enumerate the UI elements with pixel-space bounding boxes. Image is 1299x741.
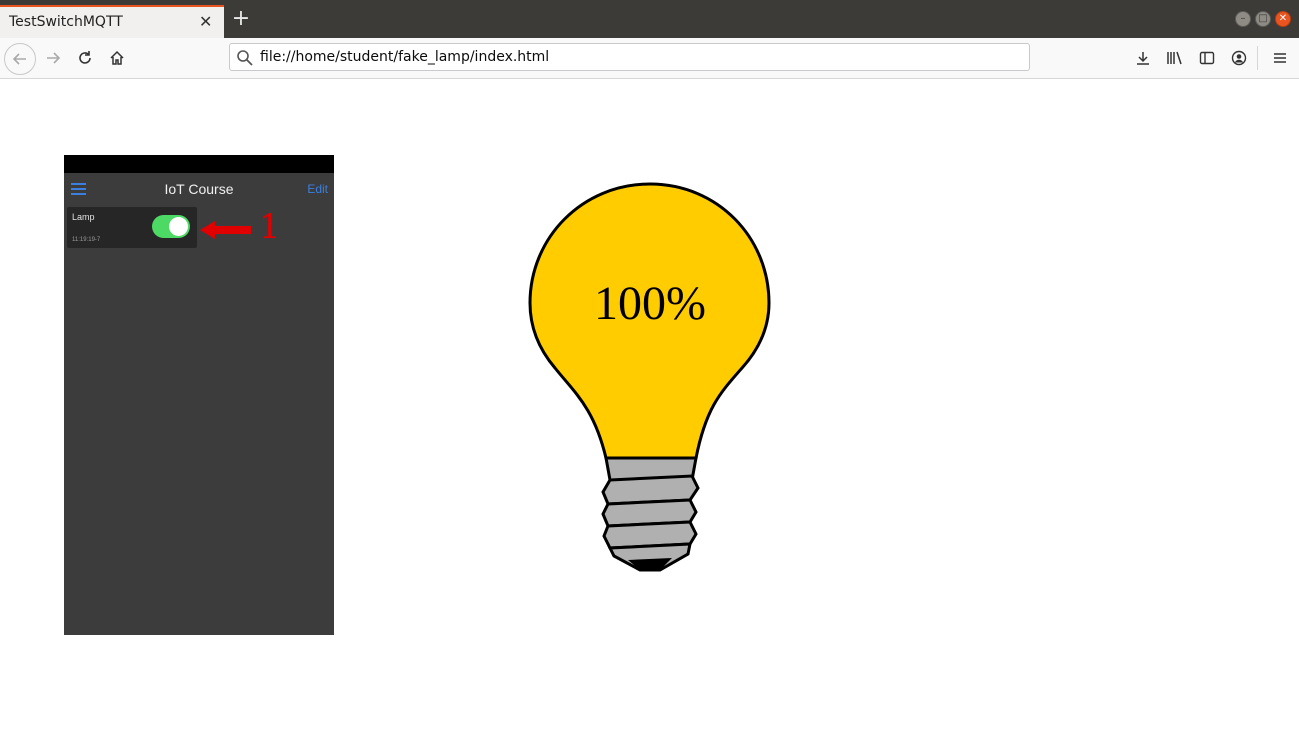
lamp-switch-toggle[interactable] (152, 215, 190, 238)
close-window-button[interactable]: ✕ (1275, 11, 1291, 27)
toolbar-divider (1257, 46, 1258, 70)
sidebar-button[interactable] (1193, 42, 1221, 74)
account-button[interactable] (1225, 42, 1253, 74)
url-bar[interactable]: file://home/student/fake_lamp/index.html (229, 43, 1030, 71)
forward-button[interactable] (37, 42, 69, 74)
browser-tab[interactable]: TestSwitchMQTT ✕ (0, 5, 224, 38)
edit-button[interactable]: Edit (307, 182, 328, 196)
brightness-label: 100% (594, 277, 706, 330)
minimize-button[interactable]: – (1235, 11, 1251, 27)
window-controls: – □ ✕ (1235, 11, 1291, 27)
app-title: IoT Course (164, 181, 234, 197)
back-button[interactable] (4, 43, 36, 75)
tile-label: Lamp (72, 212, 95, 222)
close-icon: ✕ (1278, 13, 1288, 24)
light-bulb-icon (528, 182, 771, 572)
lamp-tile[interactable]: Lamp 11:19:19-7 (67, 207, 197, 248)
browser-titlebar: TestSwitchMQTT ✕ + – □ ✕ (0, 0, 1299, 38)
annotation-arrow-icon (200, 221, 251, 239)
app-header: IoT Course Edit (64, 173, 334, 205)
tile-timestamp: 11:19:19-7 (72, 237, 101, 243)
tab-title: TestSwitchMQTT (9, 14, 123, 30)
minimize-icon: – (1240, 13, 1246, 24)
annotation-number: 1 (259, 207, 281, 247)
reload-button[interactable] (69, 42, 101, 74)
home-button[interactable] (101, 42, 133, 74)
sidebar-icon (1199, 51, 1215, 65)
library-button[interactable] (1161, 42, 1189, 74)
url-text: file://home/student/fake_lamp/index.html (260, 49, 550, 65)
back-arrow-icon (12, 53, 26, 65)
maximize-icon: □ (1258, 13, 1268, 24)
forward-arrow-icon (47, 52, 61, 64)
reload-icon (79, 51, 91, 64)
menu-icon (1274, 53, 1286, 63)
download-icon (1137, 52, 1149, 65)
browser-navbar: file://home/student/fake_lamp/index.html (0, 38, 1299, 79)
downloads-button[interactable] (1129, 42, 1157, 74)
search-icon (237, 50, 253, 66)
tab-close-icon[interactable]: ✕ (199, 12, 212, 31)
library-icon (1167, 51, 1182, 65)
maximize-button[interactable]: □ (1255, 11, 1271, 27)
home-icon (110, 50, 124, 65)
toggle-knob (169, 217, 188, 236)
account-icon (1231, 50, 1247, 66)
new-tab-button[interactable]: + (230, 8, 252, 30)
phone-status-bar (64, 155, 334, 173)
menu-button[interactable] (1266, 42, 1294, 74)
